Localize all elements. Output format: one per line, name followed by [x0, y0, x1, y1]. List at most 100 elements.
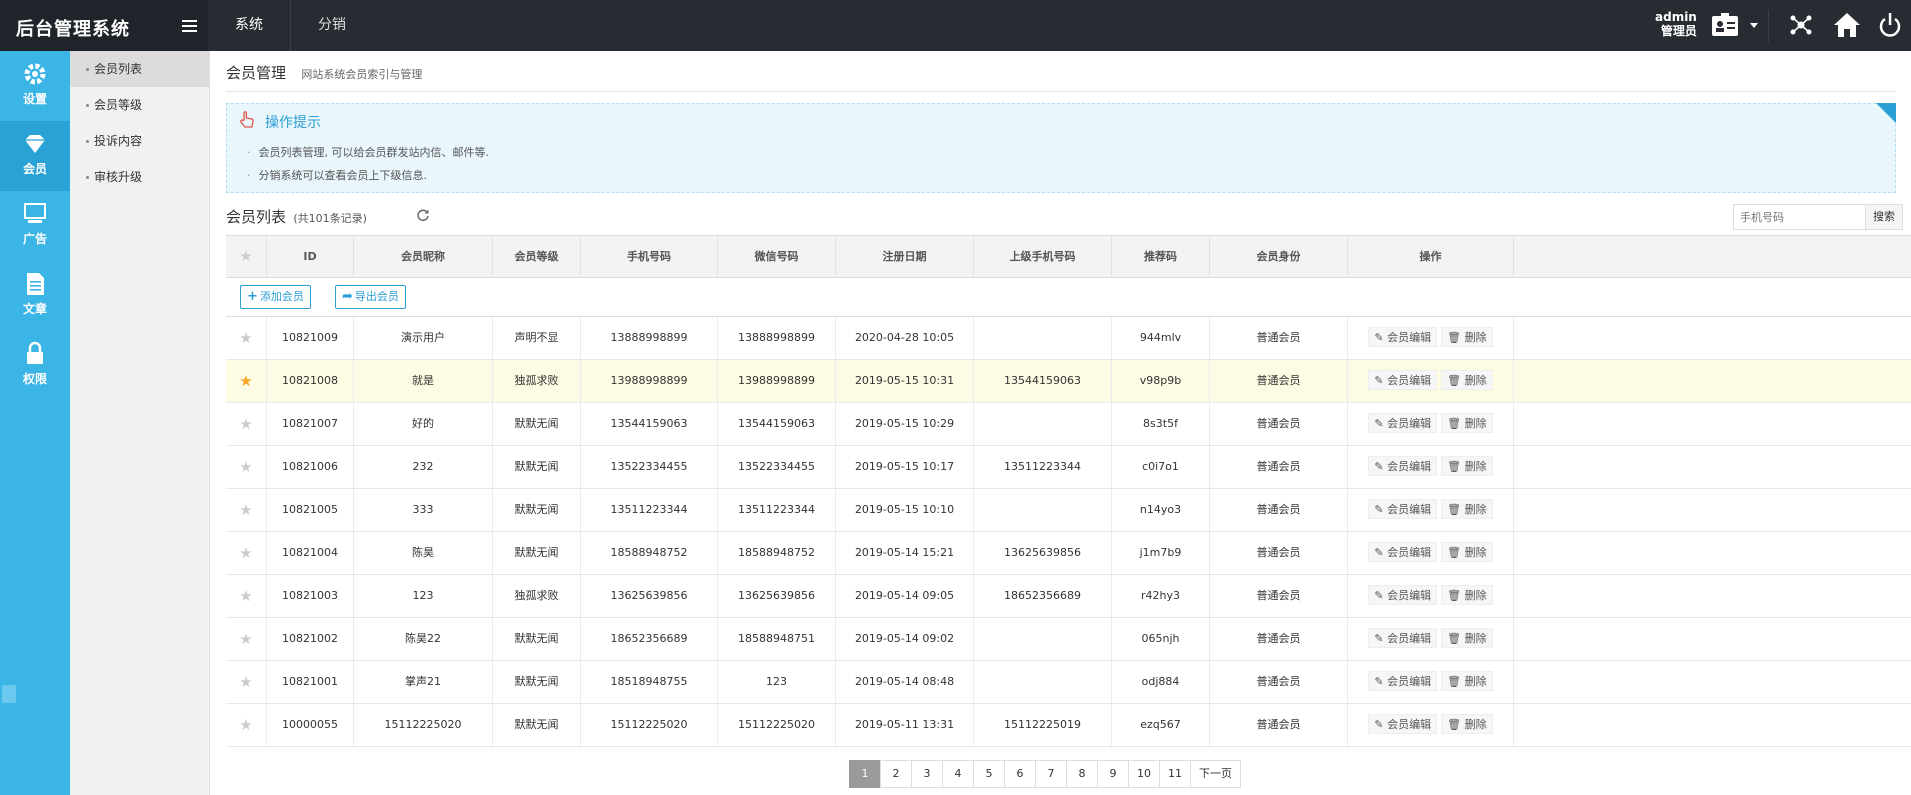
row-star-cell[interactable]: ★: [226, 446, 267, 488]
row-star-cell[interactable]: ★: [226, 317, 267, 359]
delete-button[interactable]: 🗑 删除: [1441, 714, 1493, 734]
cell-nickname: 陈昊: [354, 532, 493, 574]
row-star-cell[interactable]: ★: [226, 661, 267, 703]
delete-button[interactable]: 🗑 删除: [1441, 370, 1493, 390]
page-11-button[interactable]: 11: [1159, 760, 1191, 788]
star-icon: ★: [239, 673, 253, 691]
page-3-button[interactable]: 3: [911, 760, 943, 788]
cell-phone: 13522334455: [581, 446, 718, 488]
header-star[interactable]: ★: [226, 236, 267, 277]
search-input[interactable]: [1733, 204, 1866, 230]
gear-icon: [24, 63, 46, 85]
sidebar-item-settings[interactable]: 设置: [0, 51, 70, 121]
row-star-cell[interactable]: ★: [226, 360, 267, 402]
page-5-button[interactable]: 5: [973, 760, 1005, 788]
submenu-item-upgrade-review[interactable]: 审核升级: [70, 159, 210, 195]
edit-member-button[interactable]: ✎ 会员编辑: [1368, 499, 1438, 519]
star-icon: ★: [239, 247, 253, 265]
cell-level: 默默无闻: [493, 489, 581, 531]
cell-level: 默默无闻: [493, 446, 581, 488]
page-2-button[interactable]: 2: [880, 760, 912, 788]
cell-level: 默默无闻: [493, 661, 581, 703]
sidebar-item-permissions[interactable]: 权限: [0, 331, 70, 401]
cell-nickname: 232: [354, 446, 493, 488]
next-page-button[interactable]: 下一页: [1190, 760, 1241, 788]
add-member-button[interactable]: + 添加会员: [240, 285, 311, 309]
record-count: (共101条记录): [293, 212, 367, 225]
table-toolbar: + 添加会员 ➦ 导出会员: [226, 278, 1911, 317]
page-4-button[interactable]: 4: [942, 760, 974, 788]
search-button[interactable]: 搜索: [1865, 204, 1903, 230]
star-icon: ★: [239, 372, 253, 390]
delete-button[interactable]: 🗑 删除: [1441, 585, 1493, 605]
topnav-system[interactable]: 系统: [208, 0, 291, 51]
refresh-icon[interactable]: [416, 208, 430, 225]
delete-button[interactable]: 🗑 删除: [1441, 327, 1493, 347]
collapse-handle[interactable]: [2, 685, 16, 703]
row-star-cell[interactable]: ★: [226, 704, 267, 746]
cell-phone: 13544159063: [581, 403, 718, 445]
submenu-item-complaints[interactable]: 投诉内容: [70, 123, 210, 159]
page-7-button[interactable]: 7: [1035, 760, 1067, 788]
id-card-icon[interactable]: [1710, 10, 1740, 40]
page-6-button[interactable]: 6: [1004, 760, 1036, 788]
page-header: 会员管理 网站系统会员索引与管理: [226, 62, 422, 83]
export-member-button[interactable]: ➦ 导出会员: [335, 285, 406, 309]
edit-member-button[interactable]: ✎ 会员编辑: [1368, 628, 1438, 648]
page-9-button[interactable]: 9: [1097, 760, 1129, 788]
top-nav: 系统 分销: [208, 0, 373, 51]
cell-level: 默默无闻: [493, 618, 581, 660]
tips-panel: 操作提示 会员列表管理, 可以给会员群发站内信、邮件等. 分销系统可以查看会员上…: [226, 103, 1896, 193]
network-icon[interactable]: [1786, 10, 1816, 40]
caret-down-icon[interactable]: [1748, 10, 1760, 40]
delete-button[interactable]: 🗑 删除: [1441, 499, 1493, 519]
power-icon[interactable]: [1875, 10, 1905, 40]
table-row: ★ 10821007 好的 默默无闻 13544159063 13544159063 201…: [226, 403, 1911, 446]
sidebar-item-articles[interactable]: 文章: [0, 261, 70, 331]
row-star-cell[interactable]: ★: [226, 403, 267, 445]
user-info[interactable]: admin 管理员: [1655, 10, 1697, 38]
cell-phone: 15112225020: [581, 704, 718, 746]
sidebar-item-ads[interactable]: 广告: [0, 191, 70, 261]
collapse-corner-icon[interactable]: [1876, 103, 1896, 123]
cell-code: v98p9b: [1112, 360, 1210, 402]
sidebar-item-members[interactable]: 会员: [0, 121, 70, 191]
delete-button[interactable]: 🗑 删除: [1441, 456, 1493, 476]
edit-member-button[interactable]: ✎ 会员编辑: [1368, 585, 1438, 605]
edit-member-button[interactable]: ✎ 会员编辑: [1368, 456, 1438, 476]
row-star-cell[interactable]: ★: [226, 575, 267, 617]
delete-button[interactable]: 🗑 删除: [1441, 628, 1493, 648]
edit-member-button[interactable]: ✎ 会员编辑: [1368, 327, 1438, 347]
cell-phone: 13511223344: [581, 489, 718, 531]
cell-wechat: 13511223344: [718, 489, 836, 531]
delete-button[interactable]: 🗑 删除: [1441, 542, 1493, 562]
delete-button[interactable]: 🗑 删除: [1441, 671, 1493, 691]
cell-parent: [974, 403, 1112, 445]
menu-toggle-icon[interactable]: [182, 20, 197, 32]
header-wechat: 微信号码: [718, 236, 836, 277]
lock-icon: [27, 341, 43, 364]
row-star-cell[interactable]: ★: [226, 618, 267, 660]
edit-member-button[interactable]: ✎ 会员编辑: [1368, 671, 1438, 691]
edit-member-button[interactable]: ✎ 会员编辑: [1368, 714, 1438, 734]
page-10-button[interactable]: 10: [1128, 760, 1160, 788]
cell-identity: 普通会员: [1210, 661, 1348, 703]
page-8-button[interactable]: 8: [1066, 760, 1098, 788]
delete-button[interactable]: 🗑 删除: [1441, 413, 1493, 433]
table-row: ★ 10821002 陈昊22 默默无闻 18652356689 18588948751 2…: [226, 618, 1911, 661]
home-icon[interactable]: [1832, 10, 1862, 40]
row-star-cell[interactable]: ★: [226, 489, 267, 531]
cell-date: 2019-05-15 10:31: [836, 360, 974, 402]
edit-member-button[interactable]: ✎ 会员编辑: [1368, 370, 1438, 390]
cell-wechat: 18588948751: [718, 618, 836, 660]
page-1-button[interactable]: 1: [849, 760, 881, 788]
topnav-distribution[interactable]: 分销: [291, 0, 373, 51]
user-name: admin: [1655, 10, 1697, 24]
submenu-item-member-list[interactable]: 会员列表: [70, 51, 210, 87]
add-member-label: 添加会员: [259, 290, 304, 303]
edit-member-button[interactable]: ✎ 会员编辑: [1368, 542, 1438, 562]
cell-parent: [974, 489, 1112, 531]
submenu-item-member-level[interactable]: 会员等级: [70, 87, 210, 123]
row-star-cell[interactable]: ★: [226, 532, 267, 574]
edit-member-button[interactable]: ✎ 会员编辑: [1368, 413, 1438, 433]
